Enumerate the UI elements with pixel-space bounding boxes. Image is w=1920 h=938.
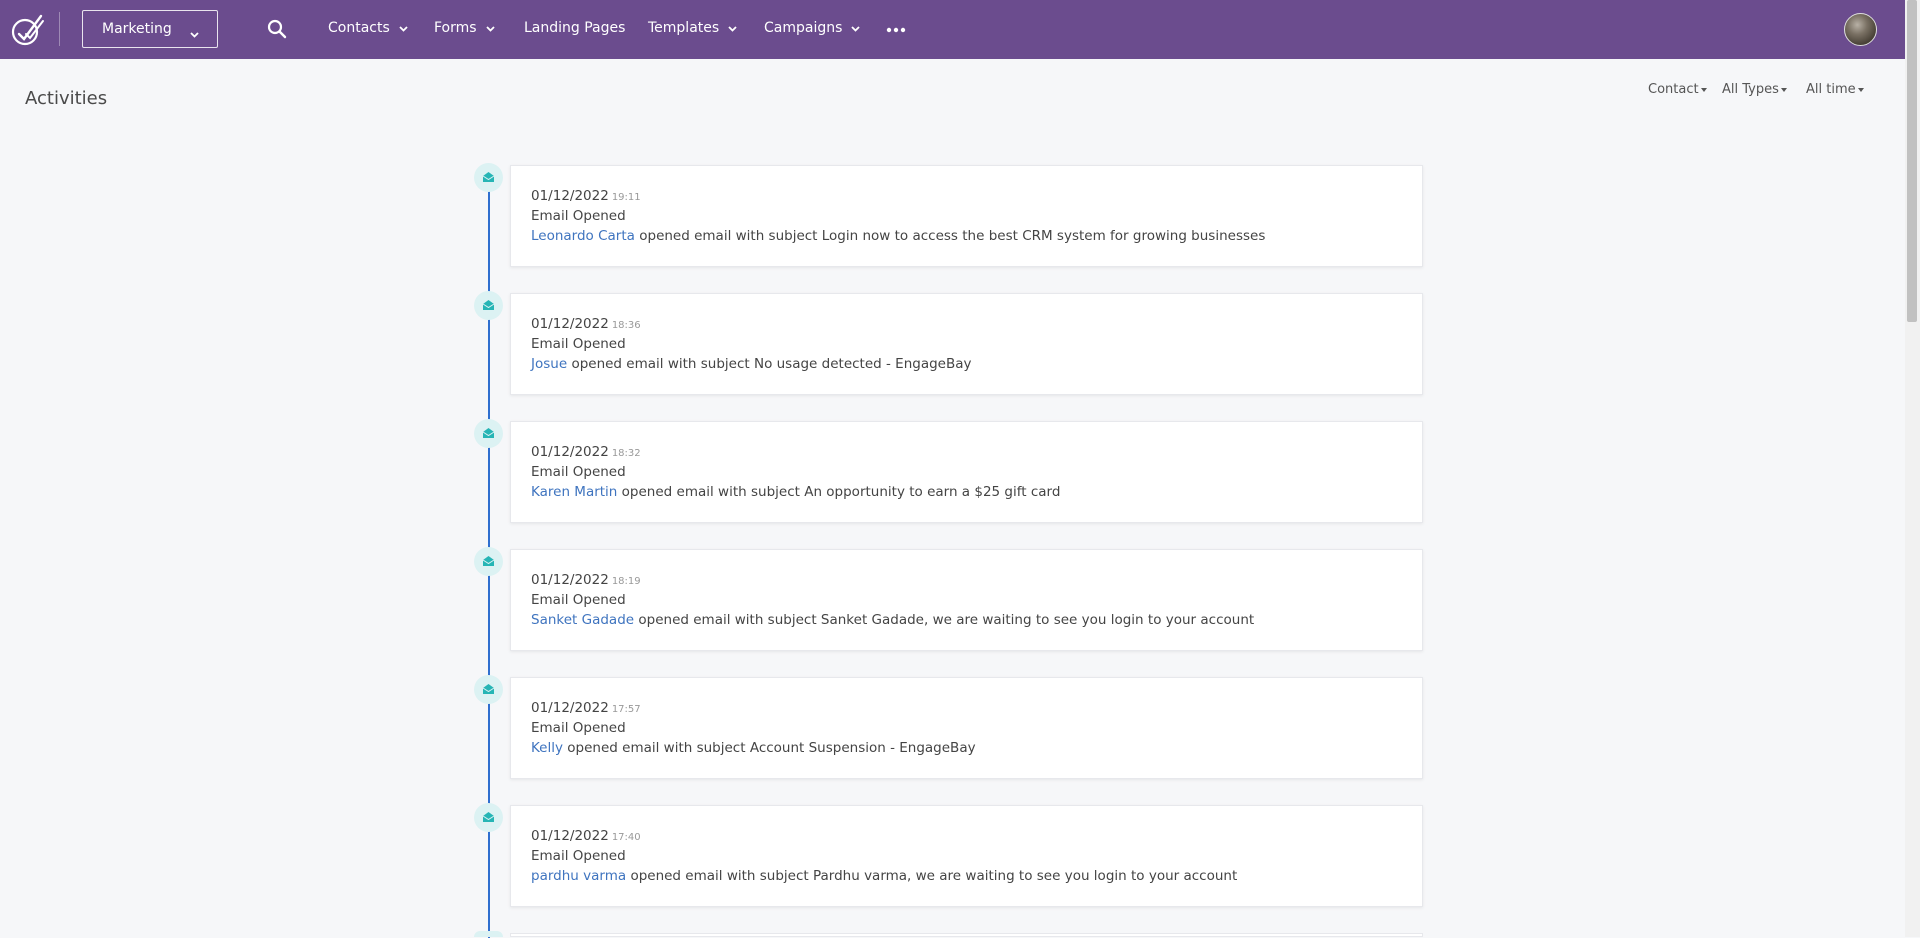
activity-time: 19:11 bbox=[611, 192, 641, 203]
type-filter-label: All Types bbox=[1722, 82, 1779, 97]
caret-down-icon bbox=[1700, 87, 1707, 92]
nav-forms-label: Forms bbox=[434, 20, 477, 36]
chevron-down-icon bbox=[190, 26, 199, 42]
time-filter-dropdown[interactable]: All time bbox=[1806, 82, 1864, 97]
activity-date: 01/12/2022 bbox=[531, 316, 609, 332]
nav-contacts[interactable]: Contacts bbox=[328, 20, 408, 40]
contact-link[interactable]: Kelly bbox=[531, 740, 563, 756]
email-opened-icon bbox=[474, 547, 503, 576]
search-icon[interactable] bbox=[267, 19, 289, 41]
nav-templates-label: Templates bbox=[648, 20, 720, 36]
type-filter-dropdown[interactable]: All Types bbox=[1722, 82, 1787, 97]
activity-type: Email Opened bbox=[531, 464, 626, 480]
activity-card: 01/12/2022 17:57 Email Opened Kelly opene… bbox=[510, 677, 1423, 779]
contact-link[interactable]: Josue bbox=[531, 356, 567, 372]
activity-card-partial bbox=[510, 933, 1423, 937]
activity-type: Email Opened bbox=[531, 592, 626, 608]
activity-text: opened email with subject Pardhu varma, … bbox=[630, 868, 1238, 884]
activity-date: 01/12/2022 bbox=[531, 828, 609, 844]
email-opened-icon bbox=[474, 291, 503, 320]
activity-card: 01/12/2022 18:36 Email Opened Josue opene… bbox=[510, 293, 1423, 395]
app-selector-label: Marketing bbox=[102, 21, 172, 37]
contact-link[interactable]: Karen Martin bbox=[531, 484, 617, 500]
page-title: Activities bbox=[25, 88, 108, 109]
activity-card: 01/12/2022 17:40 Email Opened pardhu varm… bbox=[510, 805, 1423, 907]
activity-description: Karen Martin opened email with subject A… bbox=[531, 484, 1060, 500]
caret-down-icon bbox=[1780, 87, 1787, 92]
activity-date: 01/12/2022 bbox=[531, 444, 609, 460]
activity-time: 18:19 bbox=[611, 576, 641, 587]
top-navbar: Marketing Contacts Forms Landing Pages T… bbox=[0, 0, 1905, 59]
chevron-down-icon bbox=[851, 20, 861, 36]
nav-campaigns[interactable]: Campaigns bbox=[764, 20, 861, 40]
activity-type: Email Opened bbox=[531, 848, 626, 864]
activity-description: Sanket Gadade opened email with subject … bbox=[531, 612, 1254, 628]
activity-text: opened email with subject An opportunity… bbox=[621, 484, 1061, 500]
logo-divider bbox=[59, 12, 60, 46]
activity-text: opened email with subject Sanket Gadade,… bbox=[638, 612, 1255, 628]
nav-templates[interactable]: Templates bbox=[648, 20, 737, 40]
activity-time: 17:57 bbox=[611, 704, 641, 715]
avatar[interactable] bbox=[1844, 13, 1877, 46]
activity-description: Josue opened email with subject No usage… bbox=[531, 356, 972, 372]
activity-time: 18:36 bbox=[611, 320, 641, 331]
activity-text: opened email with subject Login now to a… bbox=[639, 228, 1266, 244]
activity-date-row: 01/12/2022 19:11 bbox=[531, 188, 641, 204]
time-filter-label: All time bbox=[1806, 82, 1856, 97]
contact-filter-label: Contact bbox=[1648, 82, 1699, 97]
contact-link[interactable]: pardhu varma bbox=[531, 868, 626, 884]
email-opened-icon bbox=[474, 163, 503, 192]
activity-description: pardhu varma opened email with subject P… bbox=[531, 868, 1237, 884]
activity-date-row: 01/12/2022 18:32 bbox=[531, 444, 641, 460]
activity-card: 01/12/2022 18:19 Email Opened Sanket Gada… bbox=[510, 549, 1423, 651]
contact-filter-dropdown[interactable]: Contact bbox=[1648, 82, 1707, 97]
contact-link[interactable]: Sanket Gadade bbox=[531, 612, 634, 628]
email-opened-icon bbox=[474, 675, 503, 704]
more-icon[interactable] bbox=[886, 22, 906, 38]
activity-date-row: 01/12/2022 18:36 bbox=[531, 316, 641, 332]
activity-description: Leonardo Carta opened email with subject… bbox=[531, 228, 1265, 244]
activity-text: opened email with subject Account Suspen… bbox=[567, 740, 976, 756]
contact-link[interactable]: Leonardo Carta bbox=[531, 228, 635, 244]
logo-icon[interactable] bbox=[10, 12, 46, 48]
activity-date-row: 01/12/2022 17:40 bbox=[531, 828, 641, 844]
activity-date-row: 01/12/2022 17:57 bbox=[531, 700, 641, 716]
activity-date: 01/12/2022 bbox=[531, 188, 609, 204]
nav-forms[interactable]: Forms bbox=[434, 20, 495, 40]
activity-type: Email Opened bbox=[531, 208, 626, 224]
nav-landing-pages-label: Landing Pages bbox=[524, 20, 626, 36]
nav-contacts-label: Contacts bbox=[328, 20, 390, 36]
activity-card: 01/12/2022 18:32 Email Opened Karen Marti… bbox=[510, 421, 1423, 523]
scrollbar-thumb[interactable] bbox=[1907, 0, 1917, 322]
caret-down-icon bbox=[1857, 87, 1864, 92]
chevron-down-icon bbox=[485, 20, 495, 36]
email-opened-icon bbox=[474, 419, 503, 448]
app-selector[interactable]: Marketing bbox=[82, 10, 218, 48]
chevron-down-icon bbox=[399, 20, 408, 36]
activity-type: Email Opened bbox=[531, 720, 626, 736]
activity-text: opened email with subject No usage detec… bbox=[571, 356, 972, 372]
chevron-down-icon bbox=[728, 20, 737, 36]
nav-campaigns-label: Campaigns bbox=[764, 20, 843, 36]
email-opened-icon bbox=[474, 803, 503, 832]
activity-time: 18:32 bbox=[611, 448, 641, 459]
activity-type: Email Opened bbox=[531, 336, 626, 352]
activity-card: 01/12/2022 19:11 Email Opened Leonardo Ca… bbox=[510, 165, 1423, 267]
activity-description: Kelly opened email with subject Account … bbox=[531, 740, 976, 756]
activity-time: 17:40 bbox=[611, 832, 641, 843]
activity-date: 01/12/2022 bbox=[531, 572, 609, 588]
activity-date-row: 01/12/2022 18:19 bbox=[531, 572, 641, 588]
activity-date: 01/12/2022 bbox=[531, 700, 609, 716]
nav-landing-pages[interactable]: Landing Pages bbox=[524, 20, 625, 40]
email-opened-icon bbox=[474, 931, 503, 937]
